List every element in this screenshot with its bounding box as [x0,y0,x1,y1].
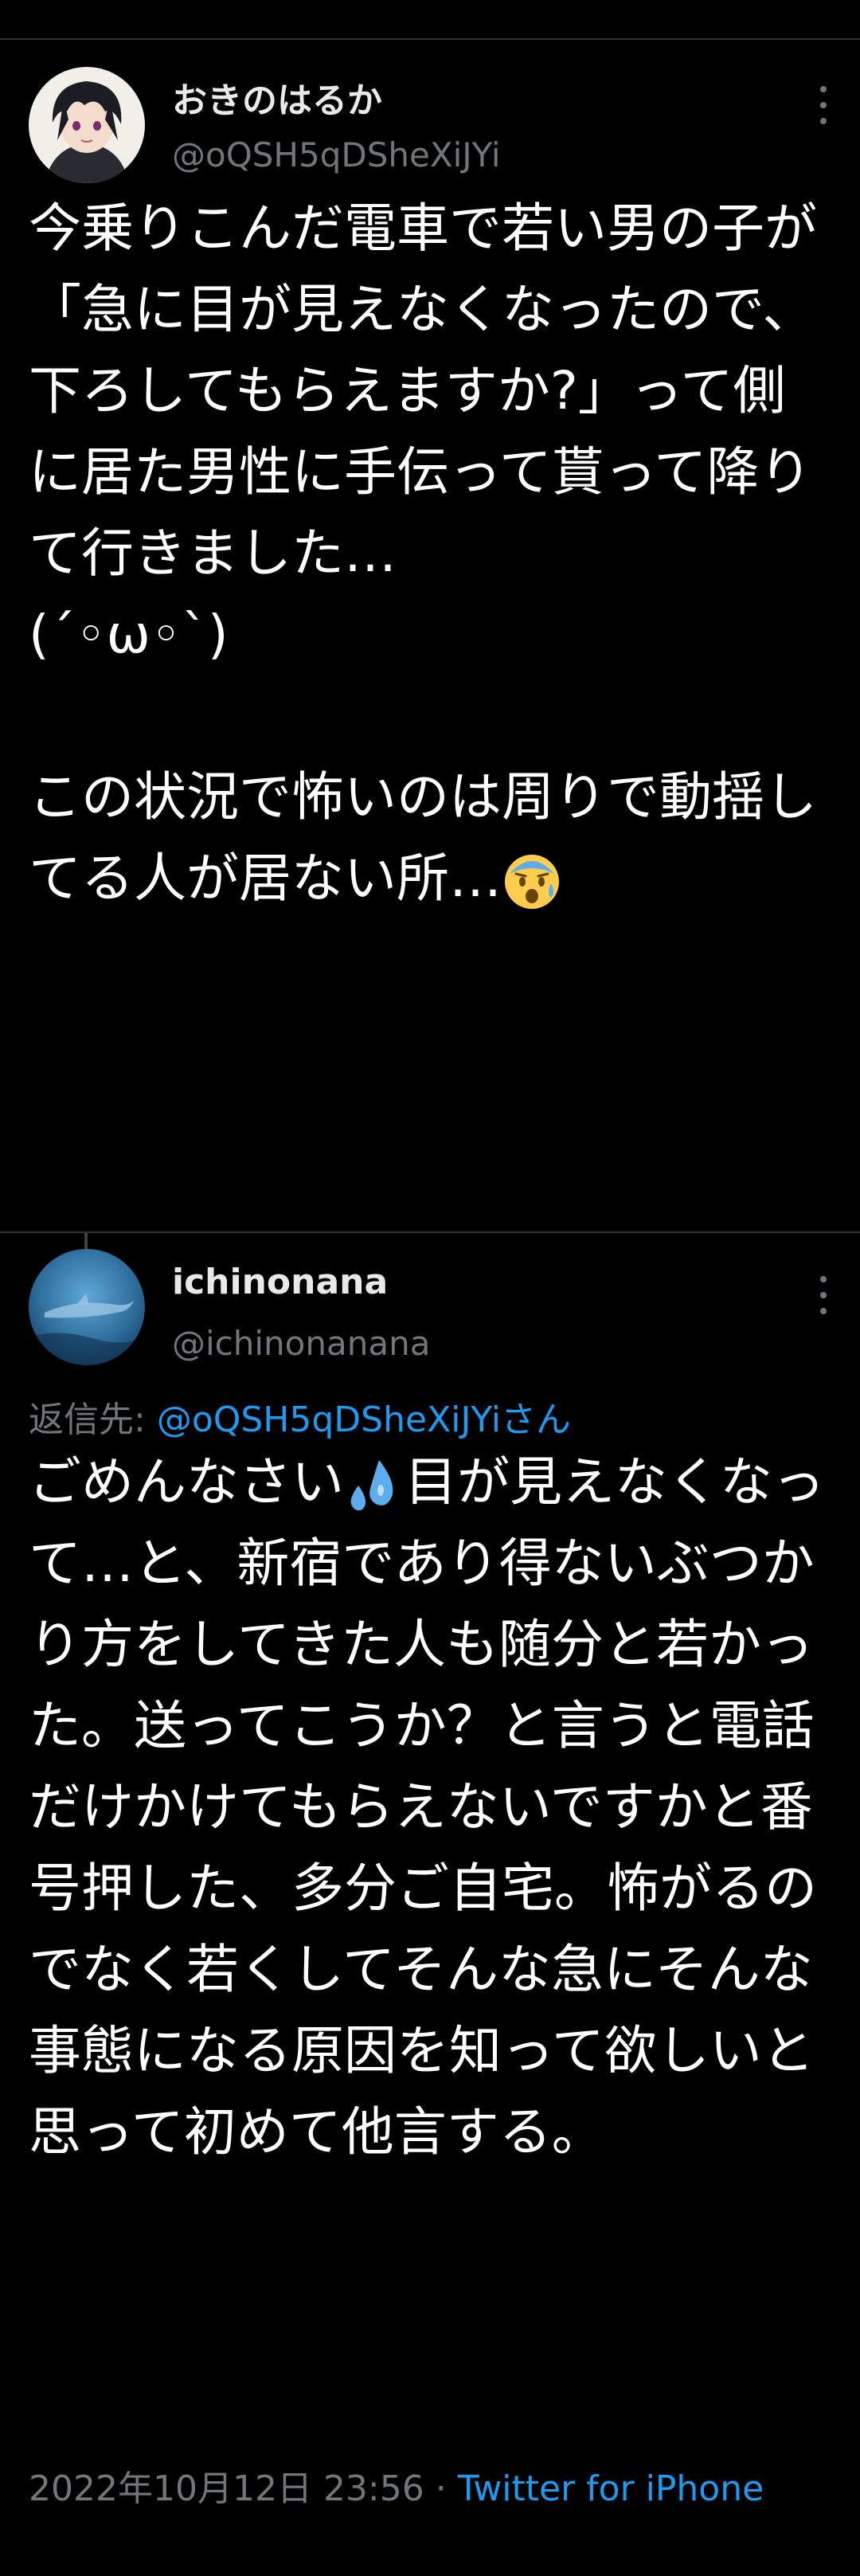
user-handle[interactable]: @ichinonanana [172,1324,430,1363]
more-options-icon[interactable] [815,1276,831,1314]
avatar-ichinonana[interactable] [29,1249,145,1365]
anxious-face-with-sweat-icon [505,854,559,909]
source-link[interactable]: Twitter for iPhone [458,2468,764,2509]
tweet-text: ごめんなさい 目が見えなくなって…と、新宿であり得ないぶつかり方をしてきた人も随… [29,1442,833,2173]
tweet-meta: 2022年10月12日 23:56 · Twitter for iPhone [29,2460,764,2511]
meta-separator: · [424,2468,458,2509]
more-options-icon[interactable] [815,86,831,124]
tweet-divider [0,1231,860,1233]
display-name[interactable]: ichinonana [172,1262,388,1302]
tweet-original: おきのはるか @oQSH5qDSheXiJYi 今乗りこんだ電車で若い男の子が … [0,40,860,1233]
timestamp[interactable]: 2022年10月12日 23:56 [29,2468,424,2509]
tweet-reply: ichinonana @ichinonanana 返信先: @oQSH5qDSh… [0,1235,860,2576]
user-handle[interactable]: @oQSH5qDSheXiJYi [172,135,501,174]
sweat-droplets-icon [350,1459,393,1511]
tweet-body-rest: 目が見えなくなって…と、新宿であり得ないぶつかり方をしてきた人も随分と若かった。… [29,1451,825,2163]
reply-prefix: 返信先: [29,1400,157,1440]
tweet-text: 今乗りこんだ電車で若い男の子が 「急に目が見えなくなったので、下ろしてもらえます… [29,188,833,919]
reply-context: 返信先: @oQSH5qDSheXiJYiさん [29,1391,571,1442]
tweet-body: 今乗りこんだ電車で若い男の子が 「急に目が見えなくなったので、下ろしてもらえます… [29,198,817,909]
avatar-okinoharuka[interactable] [29,67,145,183]
tweet-body-start: ごめんなさい [29,1451,344,1513]
display-name[interactable]: おきのはるか [172,72,382,123]
reply-mention-link[interactable]: @oQSH5qDSheXiJYiさん [157,1400,571,1440]
